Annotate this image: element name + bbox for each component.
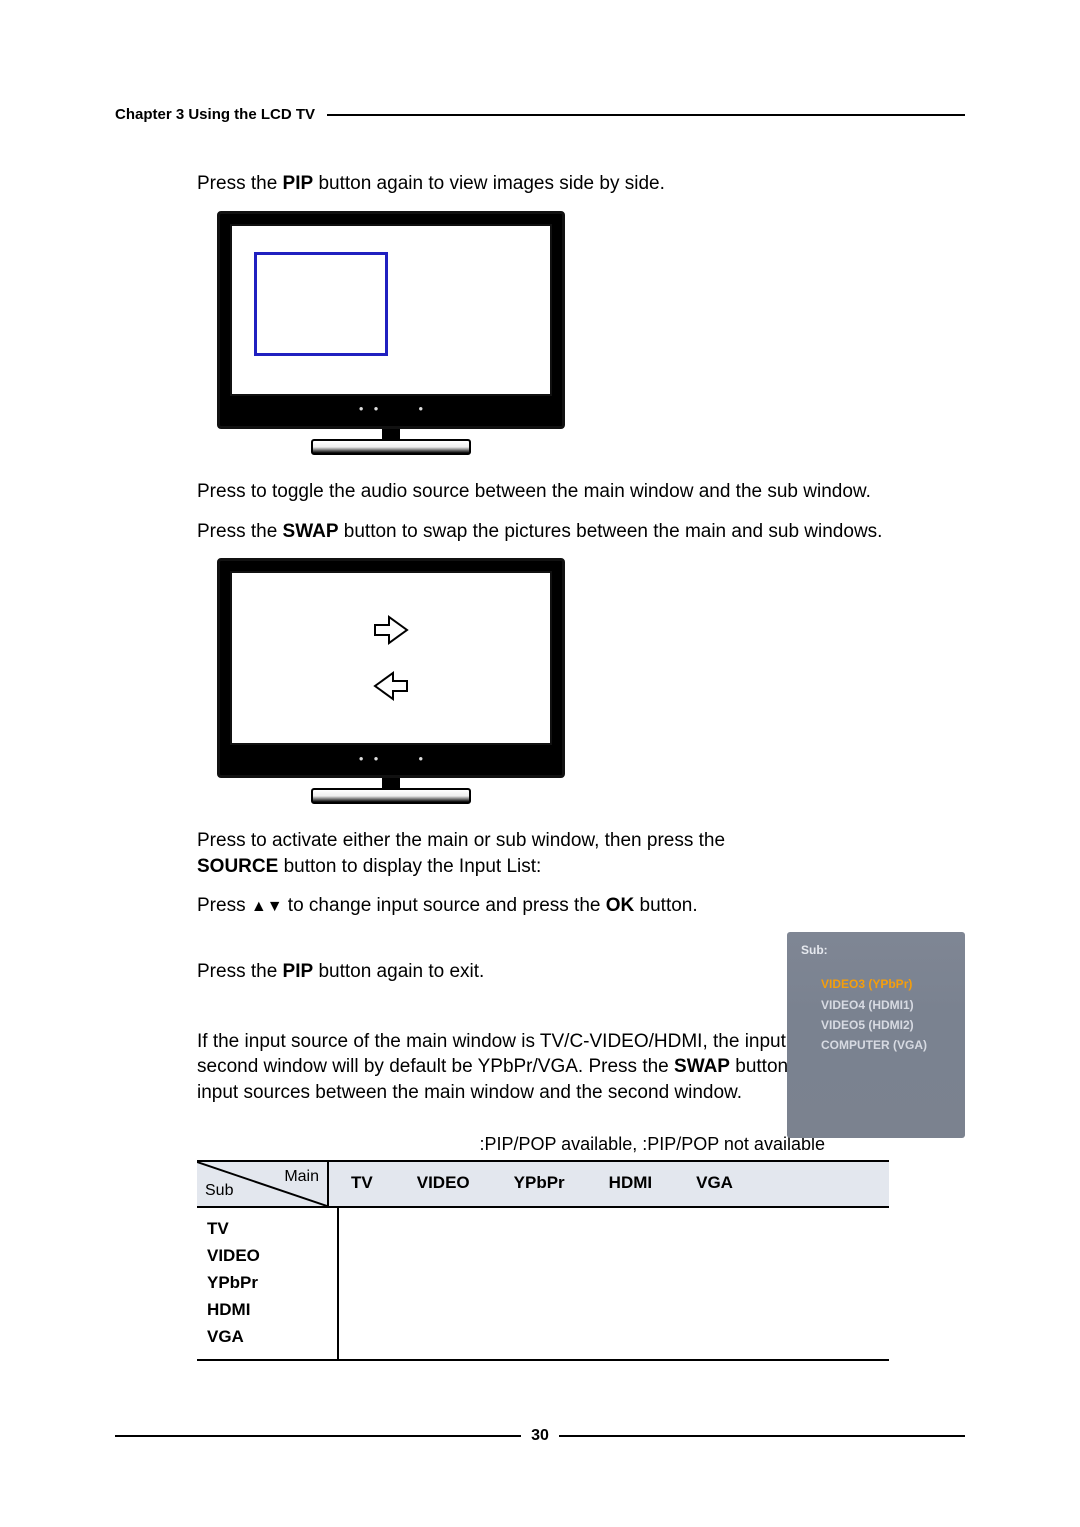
chapter-label: Chapter 3 Using the LCD TV	[115, 105, 315, 125]
col-header: TV	[329, 1172, 395, 1195]
chapter-header: Chapter 3 Using the LCD TV	[115, 105, 965, 125]
col-header: YPbPr	[492, 1172, 587, 1195]
paragraph-toggle-audio: Press to toggle the audio source between…	[197, 479, 945, 505]
page-number: 30	[531, 1425, 549, 1447]
table-corner-cell: Main Sub	[197, 1162, 329, 1206]
figure-tv-swap: ●●●	[217, 558, 945, 800]
pip-window-highlight	[254, 252, 388, 356]
arrow-right-icon	[371, 613, 411, 647]
input-list-popup: Sub: VIDEO3 (YPbPr) VIDEO4 (HDMI1) VIDEO…	[787, 932, 965, 1138]
row-header: VGA	[207, 1324, 337, 1351]
corner-main-label: Main	[284, 1166, 319, 1188]
footer-rule-right	[559, 1435, 965, 1437]
manual-page: Chapter 3 Using the LCD TV Press the PIP…	[0, 0, 1080, 1527]
table-header-row: TV VIDEO YPbPr HDMI VGA	[329, 1162, 889, 1206]
page-footer: 30	[115, 1425, 965, 1447]
col-header: HDMI	[587, 1172, 674, 1195]
paragraph-activate-source: Press to activate either the main or sub…	[197, 828, 737, 879]
input-list-title: Sub:	[787, 932, 965, 974]
input-list-item: COMPUTER (VGA)	[821, 1035, 965, 1055]
input-list-item: VIDEO4 (HDMI1)	[821, 995, 965, 1015]
header-rule	[327, 114, 965, 116]
arrow-left-icon	[371, 669, 411, 703]
figure-tv-pip: ●●●	[217, 211, 945, 451]
input-list-item: VIDEO3 (YPbPr)	[821, 974, 965, 994]
paragraph-change-input: Press ▲▼ to change input source and pres…	[197, 893, 757, 919]
pip-availability-table: Main Sub TV VIDEO YPbPr HDMI VGA TV VIDE…	[197, 1160, 889, 1361]
footer-rule-left	[115, 1435, 521, 1437]
input-list-items: VIDEO3 (YPbPr) VIDEO4 (HDMI1) VIDEO5 (HD…	[787, 974, 965, 1056]
input-list-item: VIDEO5 (HDMI2)	[821, 1015, 965, 1035]
row-header: VIDEO	[207, 1243, 337, 1270]
paragraph-pip-side-by-side: Press the PIP button again to view image…	[197, 171, 945, 197]
up-down-triangle-icon: ▲▼	[251, 898, 283, 915]
corner-sub-label: Sub	[205, 1180, 233, 1202]
paragraph-swap: Press the SWAP button to swap the pictur…	[197, 519, 945, 545]
col-header: VGA	[674, 1172, 755, 1195]
page-content: Press the PIP button again to view image…	[115, 171, 965, 1360]
row-header: TV	[207, 1216, 337, 1243]
table-row-labels: TV VIDEO YPbPr HDMI VGA	[197, 1208, 339, 1359]
row-header: YPbPr	[207, 1270, 337, 1297]
col-header: VIDEO	[395, 1172, 492, 1195]
table-body-empty	[339, 1208, 889, 1359]
row-header: HDMI	[207, 1297, 337, 1324]
